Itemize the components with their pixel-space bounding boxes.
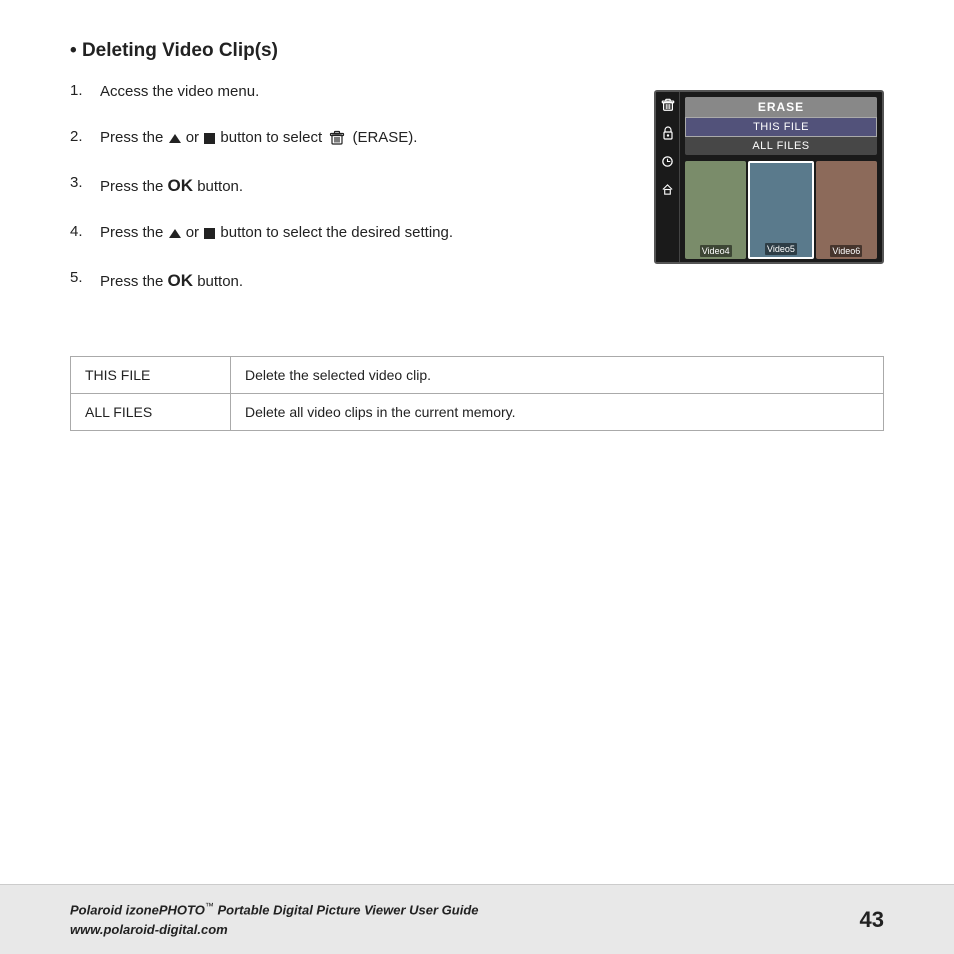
desc-all-files: Delete all video clips in the current me… [231, 394, 884, 431]
step-5: 5. Press the OK button. [70, 267, 624, 294]
ok-label-2: OK [168, 271, 194, 290]
footer-brand: Polaroid izonePHOTO [70, 902, 205, 917]
trash-sidebar-icon [657, 94, 679, 116]
thumb-label-4: Video4 [700, 245, 732, 257]
desc-this-file: Delete the selected video clip. [231, 357, 884, 394]
thumb-label-6: Video6 [830, 245, 862, 257]
step-3-text: Press the OK button. [100, 172, 243, 199]
ok-label: OK [168, 176, 194, 195]
arrow-up-icon [169, 134, 181, 143]
step-5-num: 5. [70, 267, 100, 294]
step-4-text: Press the or button to select the desire… [100, 221, 453, 245]
erase-all-files: ALL FILES [685, 137, 877, 155]
square-button-icon [204, 133, 215, 144]
footer: Polaroid izonePHOTO™ Portable Digital Pi… [0, 884, 954, 954]
erase-header: ERASE [685, 97, 877, 117]
step-5-text: Press the OK button. [100, 267, 243, 294]
arrow-up-icon-2 [169, 229, 181, 238]
step-2-num: 2. [70, 126, 100, 150]
erase-this-file: THIS FILE [685, 117, 877, 137]
rotate-sidebar-icon [657, 150, 679, 172]
lock-sidebar-icon [657, 122, 679, 144]
footer-url: www.polaroid-digital.com [70, 920, 479, 940]
bullet: • [70, 40, 77, 61]
option-all-files: ALL FILES [71, 394, 231, 431]
step-4: 4. Press the or button to select the des… [70, 221, 624, 245]
page-content: • Deleting Video Clip(s) 1. Access the v… [0, 0, 954, 431]
step-2-text: Press the or button to select (ERASE). [100, 126, 417, 150]
section-title: • Deleting Video Clip(s) [70, 40, 884, 62]
page-title: Deleting Video Clip(s) [82, 40, 278, 61]
step-4-num: 4. [70, 221, 100, 245]
screen-main: ERASE THIS FILE ALL FILES Video4 Video5 [656, 92, 882, 262]
erase-menu: ERASE THIS FILE ALL FILES [685, 97, 877, 155]
trash-icon [329, 130, 345, 146]
footer-tm: ™ [205, 901, 214, 911]
step-1: 1. Access the video menu. [70, 80, 624, 104]
thumbnails-row: Video4 Video5 Video6 [680, 158, 882, 262]
home-sidebar-icon [657, 178, 679, 200]
table-row-1: THIS FILE Delete the selected video clip… [71, 357, 884, 394]
footer-page-number: 43 [860, 907, 884, 933]
info-table: THIS FILE Delete the selected video clip… [70, 356, 884, 431]
step-2: 2. Press the or button to select (ERASE)… [70, 126, 624, 150]
screen-content-area: ERASE THIS FILE ALL FILES Video4 Video5 [680, 92, 882, 262]
step-1-text: Access the video menu. [100, 80, 259, 104]
screen-sidebar [656, 92, 680, 262]
step-3-num: 3. [70, 172, 100, 199]
step-1-num: 1. [70, 80, 100, 104]
step-3: 3. Press the OK button. [70, 172, 624, 199]
footer-brand-line: Polaroid izonePHOTO™ Portable Digital Pi… [70, 900, 479, 920]
camera-screen: ERASE THIS FILE ALL FILES Video4 Video5 [654, 90, 884, 264]
thumbnail-video4: Video4 [685, 161, 746, 259]
thumbnail-video5: Video5 [748, 161, 813, 259]
footer-left: Polaroid izonePHOTO™ Portable Digital Pi… [70, 900, 479, 939]
steps-and-image: 1. Access the video menu. 2. Press the o… [70, 80, 884, 316]
square-button-icon-2 [204, 228, 215, 239]
thumb-label-5: Video5 [765, 243, 797, 255]
footer-subtitle: Portable Digital Picture Viewer User Gui… [217, 902, 478, 917]
steps-list: 1. Access the video menu. 2. Press the o… [70, 80, 624, 316]
thumbnail-video6: Video6 [816, 161, 877, 259]
table-row-2: ALL FILES Delete all video clips in the … [71, 394, 884, 431]
option-this-file: THIS FILE [71, 357, 231, 394]
